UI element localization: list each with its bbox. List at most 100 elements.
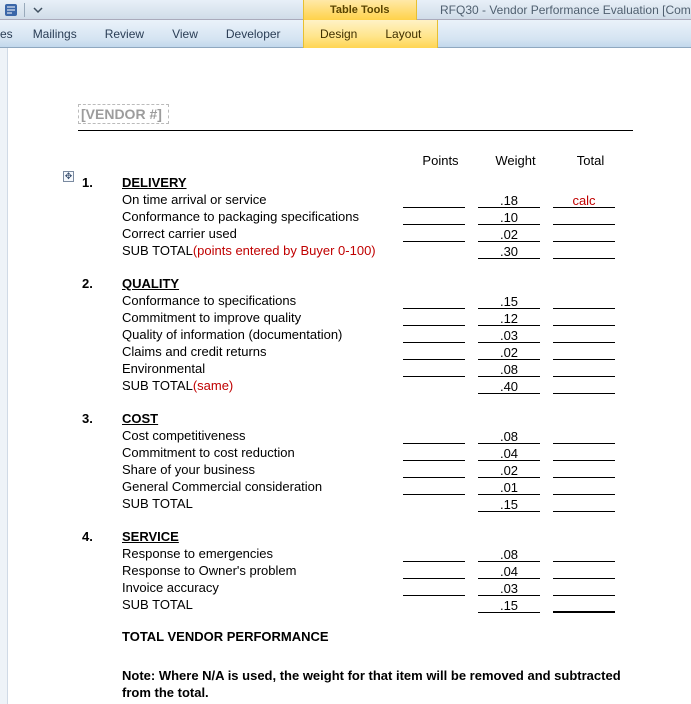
criteria-label: Commitment to cost reduction xyxy=(122,445,403,461)
criteria-label: Response to Owner's problem xyxy=(122,563,403,579)
section: 2.QUALITYConformance to specifications.1… xyxy=(78,275,638,394)
criteria-label: Quality of information (documentation) xyxy=(122,327,403,343)
column-headers: Points Weight Total xyxy=(78,153,638,168)
header-weight: Weight xyxy=(478,153,553,168)
subtotal-row: SUB TOTAL.15 xyxy=(78,596,638,613)
subtotal-label: SUB TOTAL xyxy=(122,243,193,258)
subtotal-total xyxy=(553,244,615,259)
criteria-label: Commitment to improve quality xyxy=(122,310,403,326)
tab-review[interactable]: Review xyxy=(91,21,158,47)
contextual-tab-group-label: Table Tools xyxy=(303,0,417,20)
subtotal-label: SUB TOTAL xyxy=(122,597,193,612)
subtotal-weight: .15 xyxy=(478,497,540,512)
total-cell xyxy=(553,345,615,360)
vendor-placeholder-field[interactable]: [VENDOR #] xyxy=(78,104,169,124)
total-performance-label: TOTAL VENDOR PERFORMANCE xyxy=(122,629,638,644)
tab-layout[interactable]: Layout xyxy=(371,21,435,47)
subtotal-total xyxy=(553,379,615,394)
weight-cell: .18 xyxy=(478,193,540,208)
criteria-row: Correct carrier used .02 xyxy=(78,225,638,242)
criteria-label: General Commercial consideration xyxy=(122,479,403,495)
section-number: 1. xyxy=(78,175,122,191)
weight-cell: .02 xyxy=(478,227,540,242)
header-points: Points xyxy=(403,153,478,168)
points-cell[interactable] xyxy=(403,581,465,596)
subtotal-points xyxy=(403,379,465,394)
criteria-row: Claims and credit returns.02 xyxy=(78,343,638,360)
document-title: RFQ30 - Vendor Performance Evaluation [C… xyxy=(440,0,691,20)
points-cell[interactable] xyxy=(403,345,465,360)
weight-cell: .02 xyxy=(478,463,540,478)
criteria-row: On time arrival or service .18 calc xyxy=(78,191,638,208)
subtotal-label: SUB TOTAL xyxy=(122,378,193,393)
section-title: QUALITY xyxy=(122,276,179,291)
tab-design[interactable]: Design xyxy=(306,21,371,47)
subtotal-note: (same) xyxy=(193,378,233,393)
points-cell[interactable] xyxy=(403,429,465,444)
criteria-label: Invoice accuracy xyxy=(122,580,403,596)
app-icon[interactable] xyxy=(4,3,18,17)
points-cell[interactable] xyxy=(403,463,465,478)
weight-cell: .01 xyxy=(478,480,540,495)
criteria-label: Environmental xyxy=(122,361,403,377)
total-cell xyxy=(553,362,615,377)
criteria-label: Conformance to specifications xyxy=(122,293,403,309)
subtotal-row: SUB TOTAL(points entered by Buyer 0-100)… xyxy=(78,242,638,259)
total-cell xyxy=(553,564,615,579)
tab-mailings[interactable]: Mailings xyxy=(19,21,91,47)
points-cell[interactable] xyxy=(403,480,465,495)
criteria-label: On time arrival or service xyxy=(122,192,403,208)
total-cell xyxy=(553,547,615,562)
total-cell xyxy=(553,480,615,495)
weight-cell: .04 xyxy=(478,564,540,579)
weight-cell: .03 xyxy=(478,581,540,596)
section: 3.COST Cost competitiveness .08 Commitment … xyxy=(78,410,638,512)
quick-access-toolbar xyxy=(0,0,49,19)
total-cell: calc xyxy=(553,193,615,208)
section: 1.DELIVERYOn time arrival or service.18c… xyxy=(78,174,638,259)
criteria-row: Commitment to improve quality.12 xyxy=(78,309,638,326)
subtotal-row: SUB TOTAL.15 xyxy=(78,495,638,512)
criteria-row: Invoice accuracy .03 xyxy=(78,579,638,596)
section-title: SERVICE xyxy=(122,529,179,544)
points-cell[interactable] xyxy=(403,294,465,309)
total-cell xyxy=(553,311,615,326)
points-cell[interactable] xyxy=(403,227,465,242)
criteria-row: Quality of information (documentation).0… xyxy=(78,326,638,343)
weight-cell: .10 xyxy=(478,210,540,225)
subtotal-points xyxy=(403,244,465,259)
section-number: 3. xyxy=(78,411,122,427)
criteria-row: Response to emergencies.08 xyxy=(78,545,638,562)
dropdown-icon[interactable] xyxy=(31,3,45,17)
tab-developer[interactable]: Developer xyxy=(212,21,295,47)
points-cell[interactable] xyxy=(403,547,465,562)
tab-partial[interactable]: es xyxy=(0,21,19,47)
subtotal-total xyxy=(553,598,615,613)
points-cell[interactable] xyxy=(403,328,465,343)
points-cell[interactable] xyxy=(403,311,465,326)
points-cell[interactable] xyxy=(403,564,465,579)
total-cell xyxy=(553,294,615,309)
subtotal-total xyxy=(553,497,615,512)
total-cell xyxy=(553,581,615,596)
points-cell[interactable] xyxy=(403,362,465,377)
criteria-row: Environmental.08 xyxy=(78,360,638,377)
table-move-handle-icon[interactable]: ✥ xyxy=(63,171,74,182)
criteria-label: Correct carrier used xyxy=(122,226,403,242)
tab-view[interactable]: View xyxy=(158,21,212,47)
weight-cell: .08 xyxy=(478,429,540,444)
subtotal-note: (points entered by Buyer 0-100) xyxy=(193,243,376,258)
points-cell[interactable] xyxy=(403,193,465,208)
criteria-label: Share of your business xyxy=(122,462,403,478)
weight-cell: .02 xyxy=(478,345,540,360)
header-total: Total xyxy=(553,153,628,168)
criteria-row: Conformance to specifications.15 xyxy=(78,292,638,309)
criteria-label: Cost competitiveness xyxy=(122,428,403,444)
points-cell[interactable] xyxy=(403,210,465,225)
criteria-row: General Commercial consideration .01 xyxy=(78,478,638,495)
separator xyxy=(24,3,25,17)
points-cell[interactable] xyxy=(403,446,465,461)
section-title: COST xyxy=(122,411,158,426)
criteria-row: Cost competitiveness .08 xyxy=(78,427,638,444)
criteria-row: Share of your business .02 xyxy=(78,461,638,478)
